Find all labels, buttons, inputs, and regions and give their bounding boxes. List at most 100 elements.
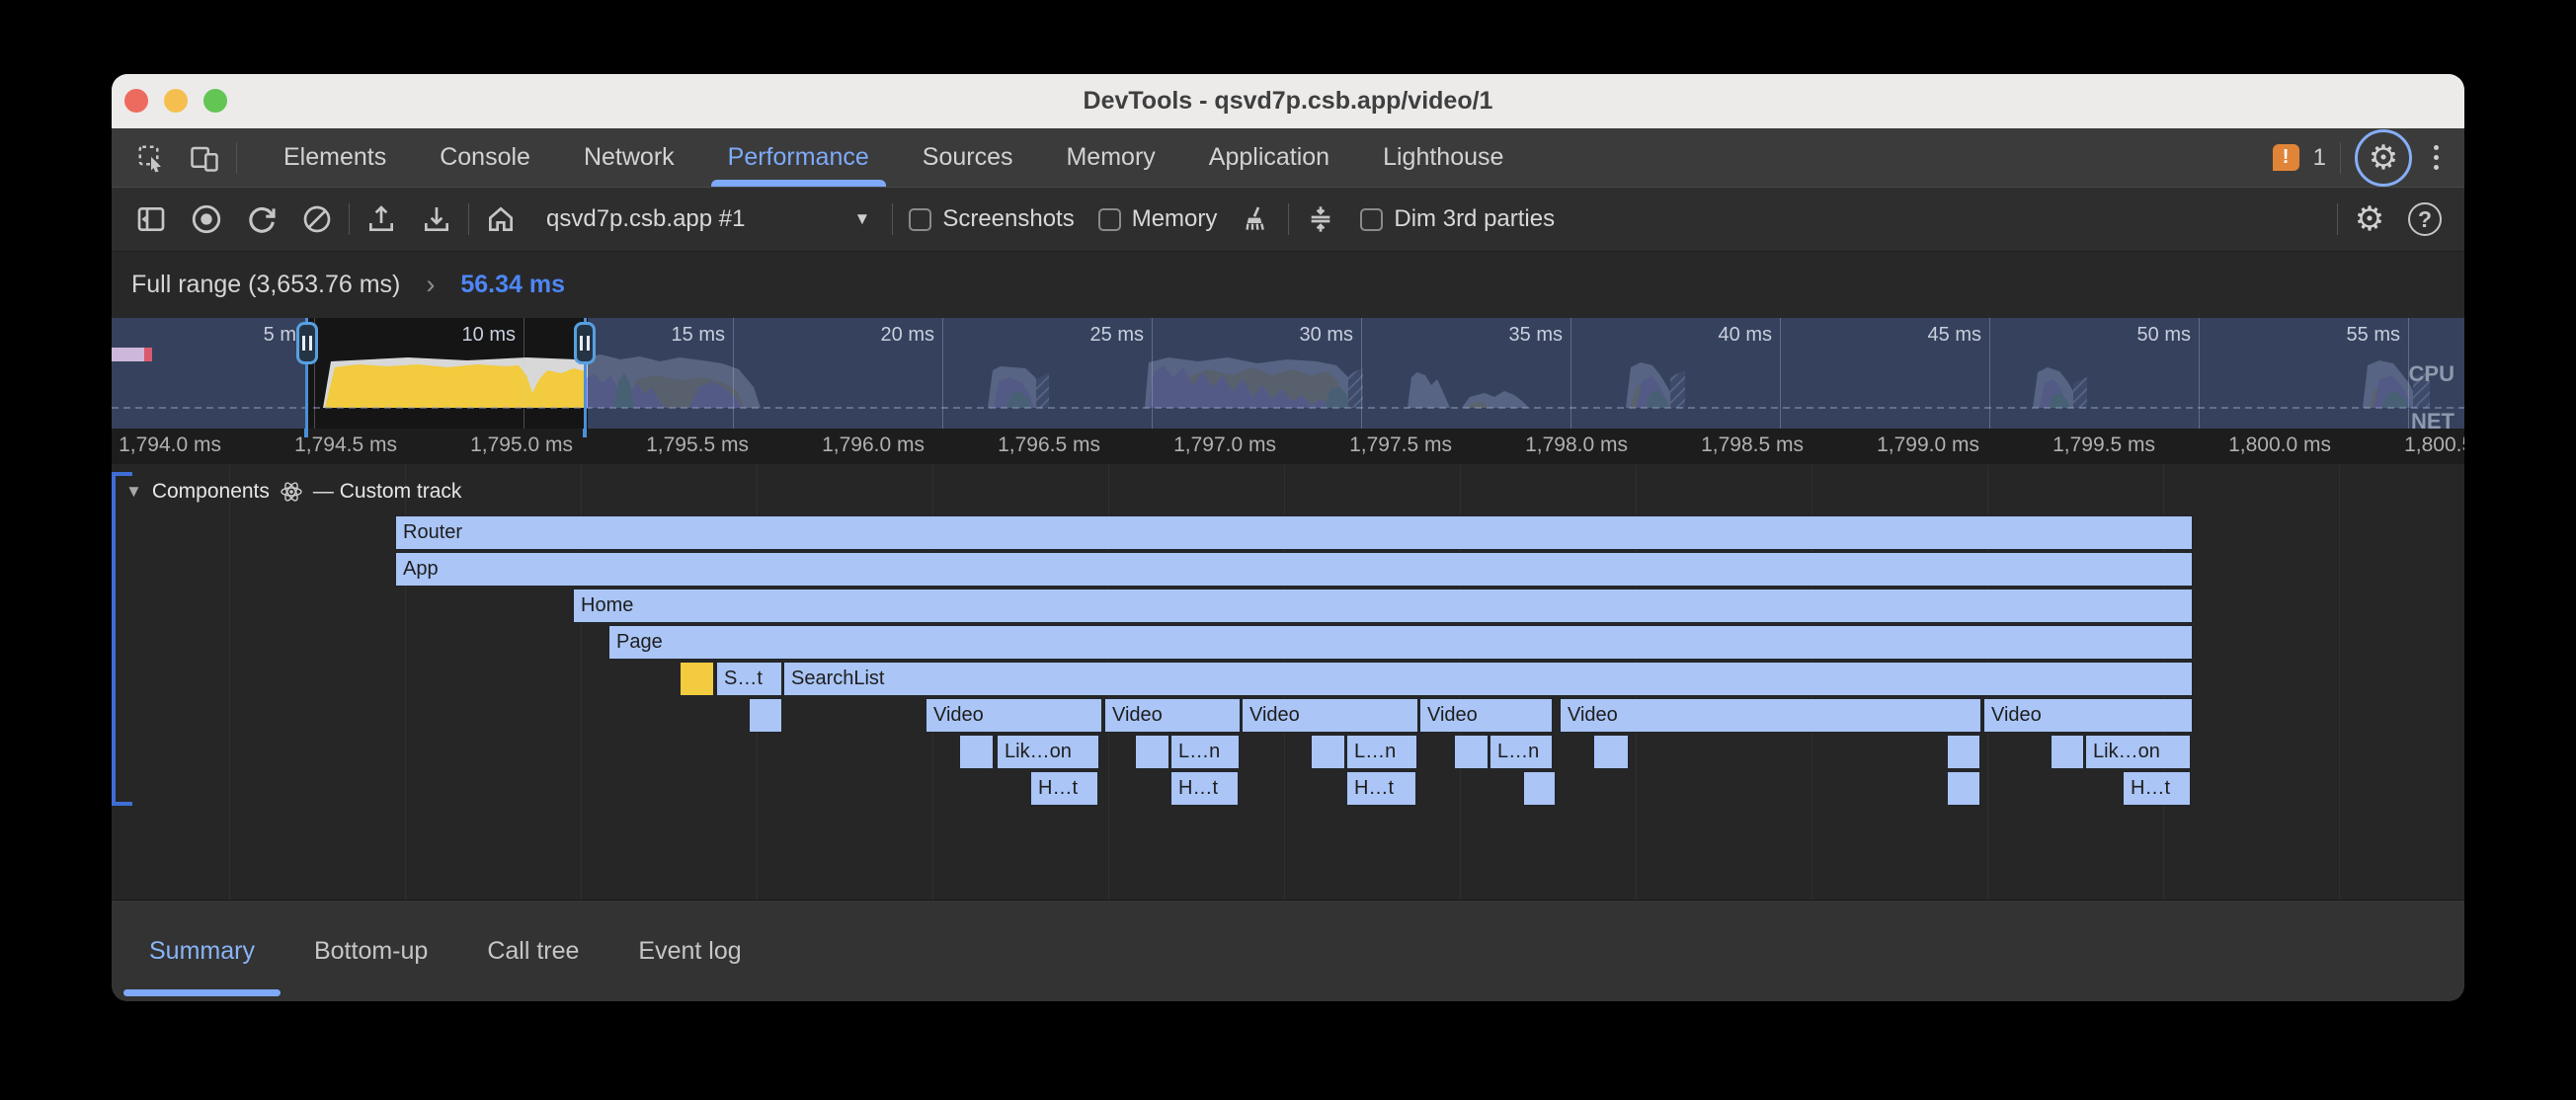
flame-entry[interactable]: App <box>395 552 2193 587</box>
flame-entry[interactable]: S…t <box>716 662 782 696</box>
tab-application[interactable]: Application <box>1182 128 1356 187</box>
flame-entry[interactable]: Video <box>1419 698 1553 733</box>
flame-entry[interactable] <box>2051 735 2084 769</box>
flame-entry[interactable] <box>1593 735 1629 769</box>
flame-entry[interactable]: H…t <box>2123 771 2191 806</box>
ruler-time-label: 1,798.5 ms <box>1636 433 1804 457</box>
flame-entry[interactable]: Lik…on <box>2085 735 2191 769</box>
flame-entry[interactable]: L…n <box>1489 735 1553 769</box>
custom-track-header[interactable]: ▼ Components — Custom track <box>125 480 461 504</box>
tab-network[interactable]: Network <box>557 128 701 187</box>
memory-checkbox-row[interactable]: Memory <box>1090 205 1226 233</box>
flame-entry[interactable]: Video <box>1104 698 1241 733</box>
flame-entry[interactable]: Lik…on <box>997 735 1099 769</box>
timeline-ruler: 1,794.0 ms1,794.5 ms1,795.0 ms1,795.5 ms… <box>112 429 2464 464</box>
memory-checkbox[interactable] <box>1098 208 1121 231</box>
timeline-overview-minimap[interactable]: 5 ms10 ms15 ms20 ms25 ms30 ms35 ms40 ms4… <box>112 318 2464 429</box>
ruler-time-label: 1,800.5 ms <box>2339 433 2464 457</box>
minimap-time-label: 30 ms <box>1205 324 1353 347</box>
flame-entry[interactable] <box>1947 771 1980 806</box>
selection-handle-left[interactable] <box>296 322 318 364</box>
screenshots-checkbox[interactable] <box>909 208 931 231</box>
ruler-time-label: 1,794.5 ms <box>229 433 397 457</box>
selection-handle-right[interactable] <box>574 322 596 364</box>
dim-3rd-parties-checkbox-row[interactable]: Dim 3rd parties <box>1352 205 1563 233</box>
full-range-breadcrumb[interactable]: Full range (3,653.76 ms) <box>131 271 400 299</box>
flame-entry[interactable] <box>1311 735 1345 769</box>
flame-entry[interactable]: H…t <box>1346 771 1416 806</box>
tab-call-tree[interactable]: Call tree <box>457 901 608 1001</box>
issues-icon[interactable]: ! <box>2273 144 2299 171</box>
dim-3rd-parties-checkbox[interactable] <box>1360 208 1383 231</box>
upload-profile-icon[interactable] <box>358 196 405 243</box>
minimap-gridline <box>733 318 734 429</box>
dock-side-icon[interactable] <box>127 196 175 243</box>
flame-gridline <box>2339 464 2340 900</box>
flame-entry[interactable] <box>749 698 782 733</box>
flame-entry[interactable]: L…n <box>1346 735 1417 769</box>
flame-entry[interactable]: Video <box>1242 698 1418 733</box>
ruler-time-label: 1,797.5 ms <box>1284 433 1452 457</box>
flame-entry[interactable]: Video <box>1983 698 2193 733</box>
flame-chart[interactable]: ▼ Components — Custom track RouterAppHom… <box>112 464 2464 900</box>
ruler-time-label: 1,800.0 ms <box>2163 433 2331 457</box>
collapse-triangle-icon[interactable]: ▼ <box>125 482 142 502</box>
record-icon[interactable] <box>183 196 230 243</box>
collect-garbage-icon[interactable] <box>1233 196 1280 243</box>
tab-console[interactable]: Console <box>413 128 557 187</box>
flame-entry[interactable]: H…t <box>1170 771 1239 806</box>
tab-bottom-up[interactable]: Bottom-up <box>284 901 457 1001</box>
flame-entry[interactable]: Home <box>573 589 2193 623</box>
zoom-window-button[interactable] <box>203 89 227 113</box>
download-profile-icon[interactable] <box>413 196 460 243</box>
flame-entry[interactable]: SearchList <box>783 662 2193 696</box>
more-options-icon[interactable] <box>2426 145 2447 170</box>
device-toolbar-icon[interactable] <box>183 136 226 180</box>
flame-entry[interactable]: Video <box>1560 698 1981 733</box>
tab-memory[interactable]: Memory <box>1039 128 1181 187</box>
capture-settings-gear-icon[interactable]: ⚙ <box>2346 196 2393 243</box>
minimap-gridline <box>1989 318 1990 429</box>
issues-count: 1 <box>2313 144 2326 172</box>
divider <box>468 203 469 235</box>
flame-entry[interactable] <box>1135 735 1169 769</box>
tab-sources[interactable]: Sources <box>896 128 1040 187</box>
divider <box>236 142 237 174</box>
minimap-time-label: 35 ms <box>1414 324 1563 347</box>
minimap-gridline <box>1780 318 1781 429</box>
chevron-down-icon: ▼ <box>853 209 870 229</box>
close-window-button[interactable] <box>124 89 148 113</box>
clear-icon[interactable] <box>293 196 341 243</box>
minimize-window-button[interactable] <box>164 89 188 113</box>
screenshots-checkbox-row[interactable]: Screenshots <box>901 205 1082 233</box>
flame-entry[interactable]: Router <box>395 515 2193 550</box>
tab-summary[interactable]: Summary <box>120 901 284 1001</box>
flame-entry[interactable] <box>959 735 994 769</box>
inspect-element-icon[interactable] <box>129 136 173 180</box>
home-icon[interactable] <box>477 196 524 243</box>
help-icon[interactable]: ? <box>2401 196 2449 243</box>
flame-entry[interactable] <box>1454 735 1489 769</box>
flame-entry[interactable]: L…n <box>1170 735 1240 769</box>
flame-entry[interactable] <box>680 662 714 696</box>
selected-range-breadcrumb[interactable]: 56.34 ms <box>460 271 565 299</box>
target-selector[interactable]: qsvd7p.csb.app #1 ▼ <box>532 205 884 233</box>
flame-entry[interactable] <box>1523 771 1556 806</box>
flame-entry[interactable]: Page <box>608 625 2193 660</box>
panel-tabs: Elements Console Network Performance Sou… <box>257 128 1530 187</box>
collapse-sections-icon[interactable] <box>1297 196 1344 243</box>
settings-gear-icon[interactable]: ⚙ <box>2369 141 2398 175</box>
settings-focus-ring: ⚙ <box>2355 129 2412 187</box>
flame-entry[interactable] <box>1947 735 1980 769</box>
tab-event-log[interactable]: Event log <box>608 901 770 1001</box>
tab-performance[interactable]: Performance <box>701 128 896 187</box>
tab-elements[interactable]: Elements <box>257 128 413 187</box>
minimap-gridline <box>942 318 943 429</box>
minimap-time-label: 10 ms <box>367 324 516 347</box>
tab-lighthouse[interactable]: Lighthouse <box>1356 128 1530 187</box>
record-and-reload-icon[interactable] <box>238 196 285 243</box>
minimap-time-label: 45 ms <box>1833 324 1981 347</box>
flame-entry[interactable]: Video <box>926 698 1102 733</box>
ruler-time-label: 1,798.0 ms <box>1460 433 1628 457</box>
flame-entry[interactable]: H…t <box>1030 771 1098 806</box>
